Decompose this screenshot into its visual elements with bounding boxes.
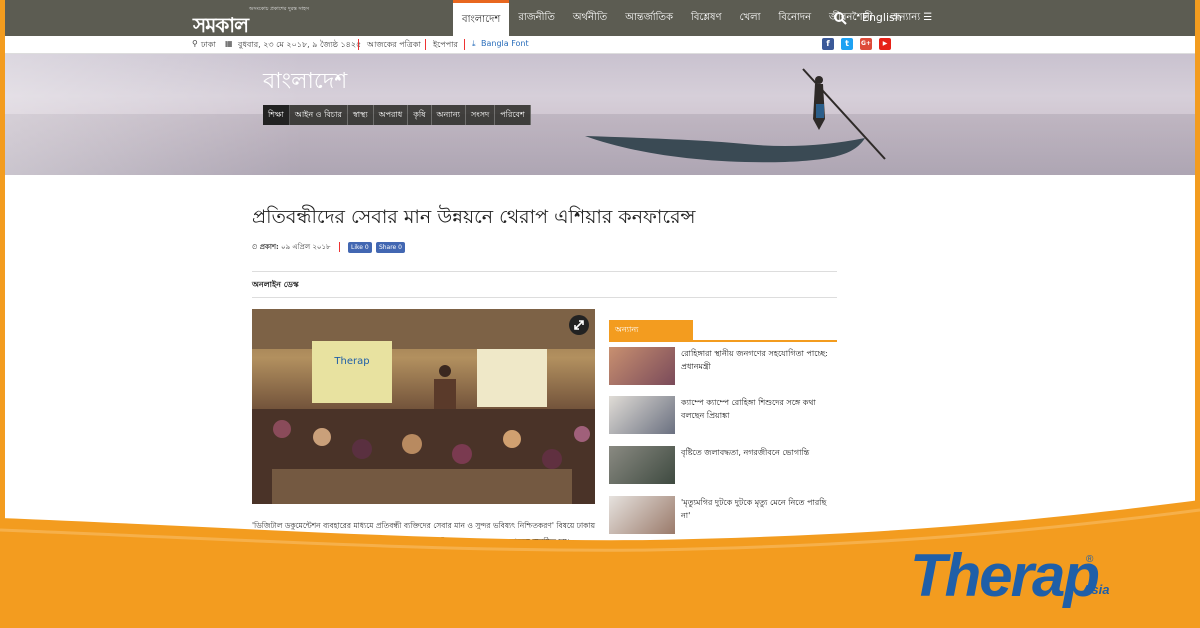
section-hero: বাংলাদেশ শিক্ষা আইন ও বিচার স্বাস্থ্য অপ…: [5, 54, 1195, 175]
sidebar-tab-others[interactable]: অন্যান্য: [609, 320, 693, 340]
therap-logo-text: Therap: [910, 542, 1098, 608]
subnav-education[interactable]: শিক্ষা: [263, 105, 290, 125]
section-title: বাংলাদেশ: [263, 69, 348, 94]
separator: [425, 39, 426, 50]
sidebar-news-item[interactable]: ক্যাম্পে ক্যাম্পে রোহিঙ্গা শিশুদের সঙ্গে…: [609, 396, 837, 436]
hero-haze: [5, 54, 305, 175]
therap-asia-logo: Therap ® Asia: [910, 542, 1109, 608]
divider: [252, 271, 837, 272]
nav-item-sports[interactable]: খেলা: [731, 0, 770, 36]
english-link[interactable]: English: [862, 0, 902, 36]
twitter-icon[interactable]: t: [841, 38, 853, 50]
photo-banner-logo: Therap: [333, 356, 369, 367]
subnav-others[interactable]: অন্যান্য: [432, 105, 466, 125]
facebook-share-button[interactable]: Share 0: [375, 241, 405, 253]
info-bar: ⚲ ঢাকা ▦ বুধবার, ২৩ মে ২০১৮, ৯ জ্যৈষ্ঠ ১…: [5, 36, 1195, 54]
nav-item-bangladesh[interactable]: বাংলাদেশ: [453, 0, 510, 36]
news-title[interactable]: বৃষ্টিতে জলাবদ্ধতা, নগরজীবনে ভোগান্তি: [681, 446, 837, 459]
news-thumbnail[interactable]: [609, 396, 675, 434]
separator: [358, 39, 359, 50]
logo-tagline: অসংকোচ প্রকাশের দুরন্ত সাহস: [249, 6, 310, 12]
facebook-icon[interactable]: f: [822, 38, 834, 50]
subnav-agriculture[interactable]: কৃষি: [408, 105, 432, 125]
nav-item-international[interactable]: আন্তর্জাতিক: [616, 0, 682, 36]
nav-item-entertainment[interactable]: বিনোদন: [770, 0, 821, 36]
bangla-font-link[interactable]: Bangla Font: [481, 39, 529, 48]
news-title[interactable]: রোহিঙ্গারা স্থানীয় জনগণের সহযোগিতা পাচ্…: [681, 347, 837, 373]
sidebar-underline: [609, 340, 837, 342]
top-navbar: অসংকোচ প্রকাশের দুরন্ত সাহস সমকাল বাংলাদ…: [5, 0, 1195, 37]
news-thumbnail[interactable]: [609, 347, 675, 385]
date-text: বুধবার, ২৩ মে ২০১৮, ৯ জ্যৈষ্ঠ ১৪২৫: [238, 40, 362, 49]
calendar-icon: ▦: [225, 39, 233, 48]
registered-mark: ®: [1086, 554, 1094, 565]
samakal-logo[interactable]: অসংকোচ প্রকাশের দুরন্ত সাহস সমকাল: [193, 6, 310, 37]
download-icon: ⤓: [472, 39, 476, 48]
location-text: ঢাকা: [201, 40, 216, 49]
article-headline: প্রতিবন্ধীদের সেবার মান উন্নয়নে থেরাপ এ…: [252, 206, 696, 228]
divider: [252, 297, 837, 298]
subnav-health[interactable]: স্বাস্থ্য: [348, 105, 374, 125]
expand-icon[interactable]: [569, 315, 589, 335]
facebook-like-button[interactable]: Like 0: [348, 241, 372, 253]
published-date: ০৯ এপ্রিল ২০১৮: [281, 243, 331, 251]
subnav-parliament[interactable]: সংসদ: [466, 105, 496, 125]
nav-item-politics[interactable]: রাজনীতি: [509, 0, 564, 36]
therap-asia-suffix: Asia: [1081, 582, 1109, 597]
google-plus-icon[interactable]: G+: [860, 38, 872, 50]
news-title[interactable]: ক্যাম্পে ক্যাম্পে রোহিঙ্গা শিশুদের সঙ্গে…: [681, 396, 837, 422]
youtube-icon[interactable]: ▶: [879, 38, 891, 50]
subnav-crime[interactable]: অপরাধ: [374, 105, 409, 125]
boat-illustration: [585, 68, 886, 163]
nav-item-economy[interactable]: অর্থনীতি: [564, 0, 616, 36]
separator: [464, 39, 465, 50]
sidebar-news-item[interactable]: রোহিঙ্গারা স্থানীয় জনগণের সহযোগিতা পাচ্…: [609, 347, 837, 387]
clock-icon: ⏲: [252, 243, 258, 251]
nav-item-analysis[interactable]: বিশ্লেষণ: [682, 0, 731, 36]
article-byline: অনলাইন ডেস্ক: [252, 280, 299, 289]
search-icon[interactable]: [833, 11, 847, 25]
todays-paper-link[interactable]: আজকের পত্রিকা: [367, 39, 421, 52]
epaper-link[interactable]: ইপেপার: [433, 39, 458, 52]
subnav-law[interactable]: আইন ও বিচার: [290, 105, 348, 125]
location-pin-icon: ⚲: [192, 39, 198, 48]
separator: [338, 242, 340, 252]
subnav-environment[interactable]: পরিবেশ: [495, 105, 531, 125]
published-label: প্রকাশ:: [259, 243, 279, 251]
article-meta: ⏲ প্রকাশ: ০৯ এপ্রিল ২০১৮ Like 0 Share 0: [252, 241, 407, 253]
section-subnav: শিক্ষা আইন ও বিচার স্বাস্থ্য অপরাধ কৃষি …: [263, 105, 531, 125]
